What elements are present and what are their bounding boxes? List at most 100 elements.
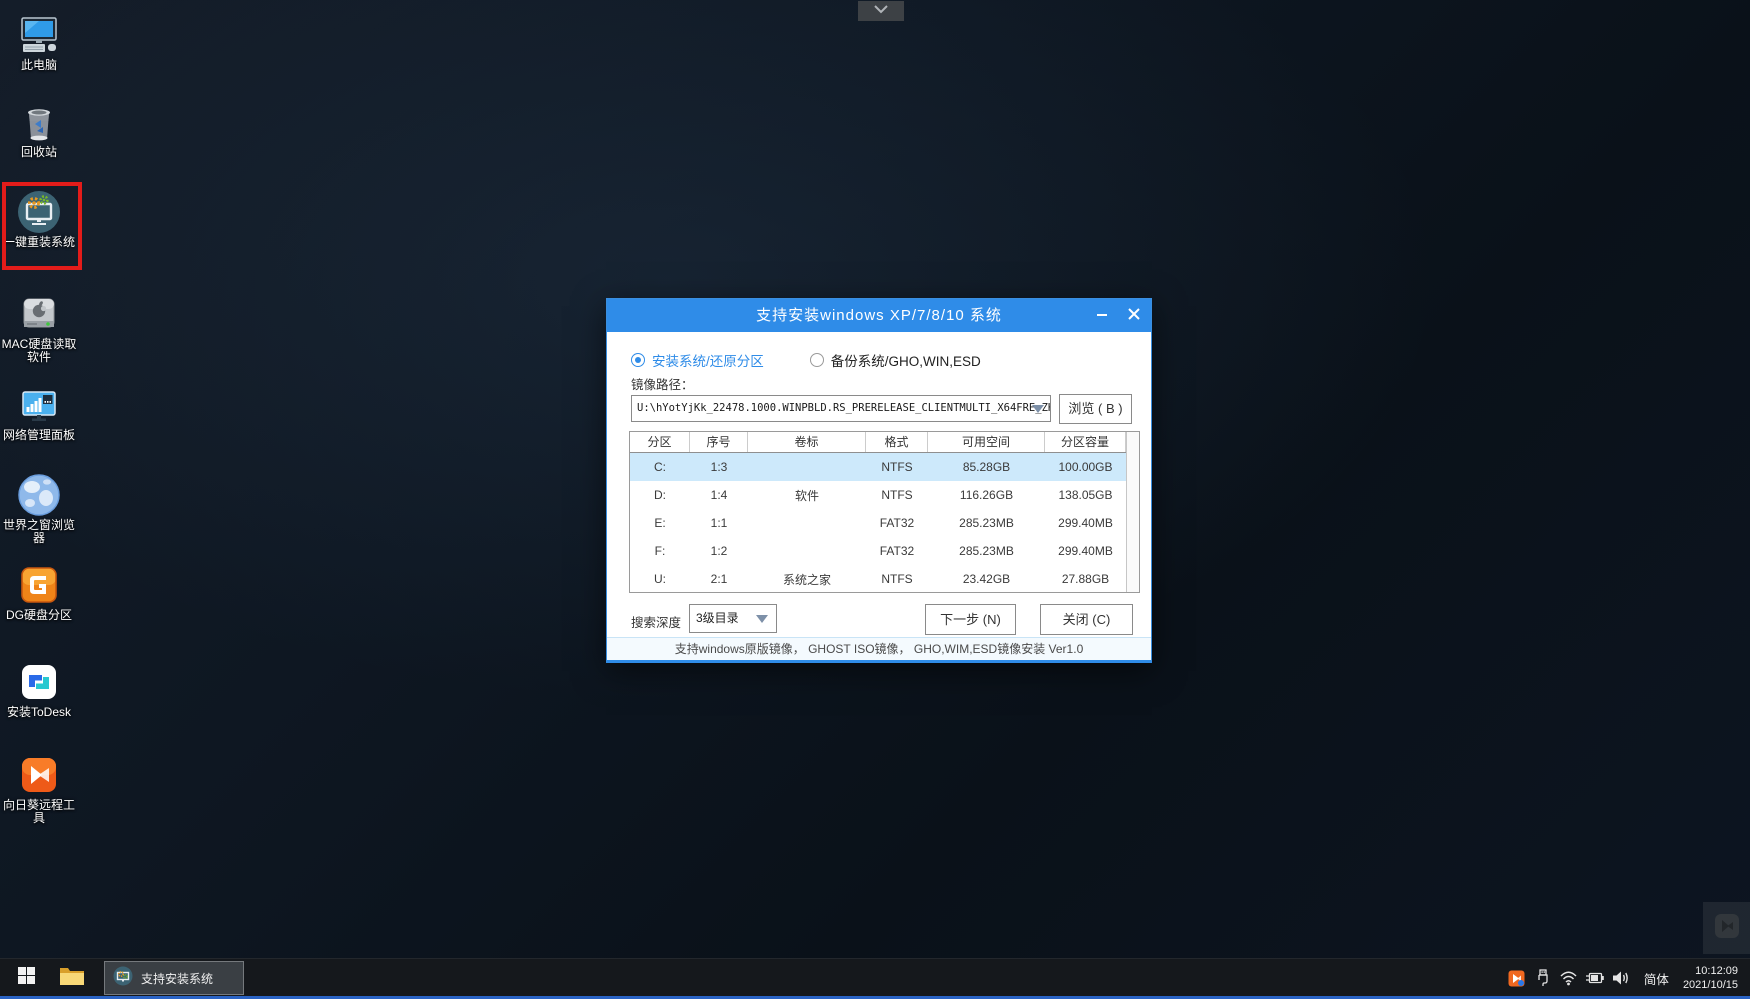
table-cell: 85.28GB	[928, 460, 1045, 474]
clock-time: 10:12:09	[1683, 964, 1738, 978]
column-header[interactable]: 格式	[866, 432, 928, 452]
table-cell: 23.42GB	[928, 572, 1045, 586]
network-panel-icon	[17, 383, 61, 427]
close-icon	[1128, 308, 1140, 323]
table-cell: 软件	[748, 487, 866, 504]
dialog-title: 支持安装windows XP/7/8/10 系统	[607, 299, 1151, 332]
radio-install-restore[interactable]: 安装系统/还原分区	[631, 350, 764, 370]
minimize-icon	[1096, 308, 1108, 323]
desktop-icon-label: MAC硬盘读取软件	[1, 338, 77, 364]
file-explorer-button[interactable]	[52, 959, 92, 997]
radio-install-label: 安装系统/还原分区	[652, 350, 764, 370]
radio-backup-label: 备份系统/GHO,WIN,ESD	[831, 350, 981, 370]
install-dialog: 支持安装windows XP/7/8/10 系统 安装系统/还原分区 备份系统/…	[606, 298, 1152, 663]
table-cell: 116.26GB	[928, 488, 1045, 502]
partition-table-body: C:1:3NTFS85.28GB100.00GBD:1:4软件NTFS116.2…	[630, 453, 1126, 593]
desktop-icon-label: 安装ToDesk	[1, 706, 77, 719]
battery-icon[interactable]	[1584, 959, 1606, 997]
sunflower-dark-icon	[1714, 913, 1740, 944]
taskbar-task-button[interactable]: 支持安装系统	[104, 961, 244, 995]
highlight-box	[2, 182, 82, 270]
table-cell: FAT32	[866, 544, 928, 558]
volume-icon[interactable]	[1610, 959, 1632, 997]
table-row[interactable]: C:1:3 NTFS85.28GB100.00GB	[630, 453, 1126, 481]
close-dialog-button[interactable]: 关闭 (C)	[1040, 604, 1133, 635]
desktop-icon-label: 回收站	[1, 146, 77, 159]
desktop-icon-mac-disk-reader[interactable]: MAC硬盘读取软件	[0, 292, 78, 364]
desktop-icon-network-panel[interactable]: 网络管理面板	[0, 383, 78, 442]
table-cell: F:	[630, 544, 690, 558]
browse-button[interactable]: 浏览 ( B )	[1059, 394, 1132, 424]
column-header[interactable]: 序号	[690, 432, 748, 452]
search-depth-label: 搜索深度	[631, 612, 681, 631]
combo-dropdown-icon[interactable]	[1032, 405, 1044, 413]
this-pc-icon	[17, 13, 61, 57]
table-row[interactable]: F:1:2FAT32285.23MB299.40MB	[630, 537, 1126, 565]
column-header[interactable]: 分区容量	[1045, 432, 1126, 452]
table-cell: NTFS	[866, 572, 928, 586]
input-language-indicator[interactable]: 简体	[1636, 959, 1677, 997]
table-cell: 138.05GB	[1045, 488, 1126, 502]
table-cell: E:	[630, 516, 690, 530]
table-cell: NTFS	[866, 460, 928, 474]
todesk-icon	[17, 660, 61, 704]
partition-table-header: 分区序号卷标格式可用空间分区容量	[630, 432, 1126, 453]
table-cell: 299.40MB	[1045, 516, 1126, 530]
system-tray: 简体 10:12:09 2021/10/15	[1506, 959, 1750, 997]
table-cell: 285.23MB	[928, 544, 1045, 558]
desktop-icon-this-pc[interactable]: 此电脑	[0, 13, 78, 72]
usb-icon[interactable]	[1532, 959, 1554, 997]
table-row[interactable]: D:1:4软件NTFS116.26GB138.05GB	[630, 481, 1126, 509]
table-cell: 1:4	[690, 488, 748, 502]
world-browser-icon	[17, 473, 61, 517]
clock[interactable]: 10:12:09 2021/10/15	[1677, 964, 1750, 992]
column-header[interactable]: 分区	[630, 432, 690, 452]
table-cell: C:	[630, 460, 690, 474]
table-row[interactable]: U:2:1系统之家NTFS23.42GB27.88GB	[630, 565, 1126, 593]
top-dropdown-tab[interactable]	[858, 1, 904, 21]
depth-dropdown-icon[interactable]	[756, 615, 768, 623]
search-depth-dropdown[interactable]: 3级目录	[689, 604, 777, 633]
chevron-down-icon	[871, 2, 891, 21]
column-header[interactable]: 可用空间	[928, 432, 1045, 452]
desktop-icon-world-browser[interactable]: 世界之窗浏览器	[0, 473, 78, 545]
dialog-titlebar: 支持安装windows XP/7/8/10 系统	[607, 299, 1151, 332]
mac-disk-icon	[17, 292, 61, 336]
table-cell: 1:1	[690, 516, 748, 530]
table-cell: 1:3	[690, 460, 748, 474]
table-cell: 285.23MB	[928, 516, 1045, 530]
radio-backup[interactable]: 备份系统/GHO,WIN,ESD	[810, 350, 981, 370]
minimize-button[interactable]	[1087, 299, 1117, 332]
table-cell: 100.00GB	[1045, 460, 1126, 474]
folder-icon	[59, 965, 85, 992]
desktop: { "desktop": { "highlight_color": "#e31c…	[0, 0, 1750, 999]
radio-unselected-icon	[810, 353, 824, 367]
table-cell: 系统之家	[748, 571, 866, 588]
table-row[interactable]: E:1:1 FAT32285.23MB299.40MB	[630, 509, 1126, 537]
next-step-button[interactable]: 下一步 (N)	[925, 604, 1016, 635]
table-scrollbar[interactable]	[1126, 432, 1139, 592]
table-cell: D:	[630, 488, 690, 502]
close-button[interactable]	[1119, 299, 1149, 332]
mode-radio-group: 安装系统/还原分区 备份系统/GHO,WIN,ESD	[631, 350, 981, 370]
sunflower-tray-icon[interactable]	[1506, 959, 1528, 997]
desktop-icon-recycle-bin[interactable]: 回收站	[0, 100, 78, 159]
windows-start-icon	[18, 967, 35, 989]
partition-table: 分区序号卷标格式可用空间分区容量 C:1:3NTFS85.28GB100.00G…	[629, 431, 1140, 593]
taskbar: 支持安装系统 简体 10:12:09 2021/10/15	[0, 958, 1750, 996]
clock-date: 2021/10/15	[1683, 978, 1738, 992]
start-button[interactable]	[4, 959, 48, 997]
desktop-icon-dg-partition[interactable]: DG硬盘分区	[0, 563, 78, 622]
image-path-label: 镜像路径：	[631, 374, 694, 393]
wifi-icon[interactable]	[1558, 959, 1580, 997]
table-cell: NTFS	[866, 488, 928, 502]
column-header[interactable]: 卷标	[748, 432, 866, 452]
dialog-status-bar: 支持windows原版镜像， GHOST ISO镜像， GHO,WIM,ESD镜…	[607, 637, 1151, 660]
dg-partition-icon	[17, 563, 61, 607]
image-path-combobox[interactable]: U:\hYotYjKk_22478.1000.WINPBLD.RS_PREREL…	[631, 395, 1051, 422]
table-cell: FAT32	[866, 516, 928, 530]
desktop-icon-install-todesk[interactable]: 安装ToDesk	[0, 660, 78, 719]
sunflower-floating-widget[interactable]	[1703, 902, 1750, 954]
desktop-icon-sunflower-remote[interactable]: 向日葵远程工具	[0, 753, 78, 825]
radio-selected-icon	[631, 353, 645, 367]
